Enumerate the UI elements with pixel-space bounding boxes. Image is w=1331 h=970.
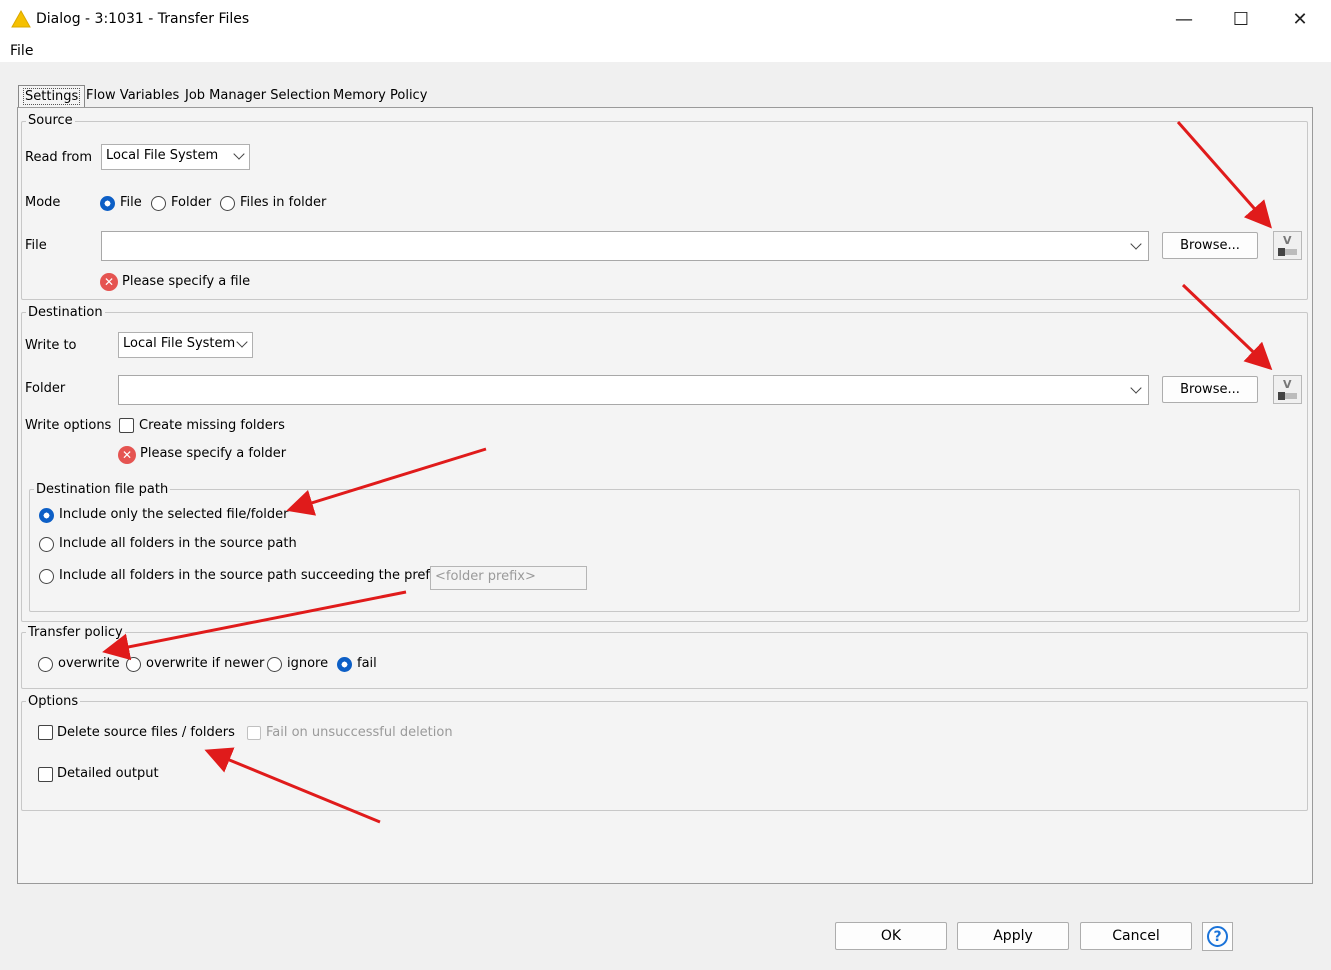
annotation-arrows — [102, 121, 1273, 824]
annotation-arrow — [286, 447, 487, 516]
annotation-arrow — [204, 747, 381, 824]
annotation-arrow — [102, 590, 407, 661]
annotation-arrow — [1176, 121, 1272, 229]
annotation-arrow — [1181, 283, 1273, 371]
